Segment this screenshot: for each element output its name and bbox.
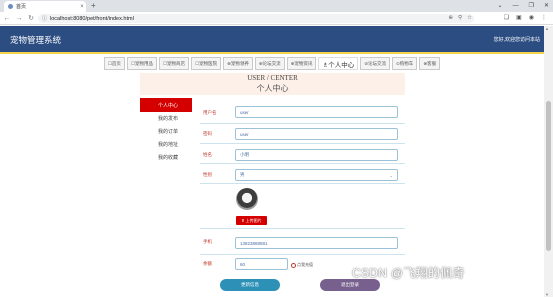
update-info-button[interactable]: 更新信息 [220, 279, 280, 291]
username-field[interactable]: user [235, 106, 398, 118]
sidebar-item-user-center[interactable]: 个人中心 [140, 98, 192, 112]
row-avatar [200, 184, 405, 214]
profile-icon[interactable]: ◉ [529, 13, 534, 24]
radio-icon [291, 262, 296, 268]
nav-home[interactable]: ☐首页 [103, 57, 125, 70]
upload-icon: ⬆ [241, 218, 245, 223]
close-window-icon[interactable]: ✕ [544, 0, 549, 12]
page-title-cn: 个人中心 [256, 84, 289, 93]
page-title: USER / CENTER 个人中心 [140, 73, 405, 95]
user-sidebar: 个人中心 我的发布 我的订单 我的地址 我的收藏 [140, 98, 192, 164]
tab-title: 首页 [16, 4, 27, 10]
chevron-down-icon: ⌄ [389, 172, 393, 178]
back-icon[interactable]: ← [2, 15, 12, 22]
menu-icon[interactable]: ⋮ [541, 13, 547, 24]
new-tab-button[interactable]: + [91, 1, 96, 11]
welcome-text: 您好,欢迎您访问本站 [493, 37, 540, 43]
sidebar-item-my-favorites[interactable]: 我的收藏 [140, 151, 192, 164]
username-label: 用户名 [203, 110, 217, 115]
nav-user-center[interactable]: ♗个人中心 [318, 57, 359, 70]
password-field[interactable]: user [235, 128, 398, 140]
minimize-icon[interactable]: — [513, 0, 519, 12]
site-info-icon[interactable]: ⓘ [42, 15, 47, 22]
phone-field[interactable]: 13823888881 [235, 237, 398, 249]
nav-forum-2[interactable]: ⊘论坛交流 [360, 57, 391, 70]
scroll-down-icon[interactable]: ▼ [545, 292, 549, 297]
csdn-watermark: CSDN @飞翔的佩奇 [352, 266, 465, 280]
password-label: 密码 [203, 131, 212, 136]
nav-pet-store[interactable]: ☐宠物商店 [158, 57, 190, 70]
site-brand: 宠物管理系统 [10, 35, 62, 45]
reload-icon[interactable]: ↻ [26, 14, 36, 22]
gender-value: 男 [240, 172, 245, 177]
page-scrollbar[interactable]: ▲ ▼ [544, 26, 553, 297]
upload-image-button[interactable]: ⬆ 上传图片 [236, 216, 267, 225]
sidebar-icon[interactable]: ▣ [516, 13, 522, 24]
nav-pet-news[interactable]: ⊕宠物资讯 [286, 57, 317, 70]
site-header: 宠物管理系统 您好,欢迎您访问本站 [0, 26, 544, 52]
row-upload: ⬆ 上传图片 [200, 214, 405, 229]
recharge-option[interactable]: 点我充值 [291, 262, 313, 268]
nav-pet-hospital[interactable]: ☐宠物医院 [191, 57, 222, 70]
url-field[interactable]: ⓘ localhost:8080/pet/front/index.html ⊕ … [38, 14, 474, 23]
url-actions: ⊕ ⚲ ☆ [448, 14, 472, 23]
row-password: 密码 user [200, 124, 405, 144]
nav-cart[interactable]: ⊙购物车 [392, 57, 418, 70]
row-username: 用户名 user [200, 104, 405, 124]
avatar [236, 188, 258, 210]
extensions-icon[interactable]: ❏ [504, 13, 509, 24]
recharge-label: 点我充值 [297, 262, 313, 267]
bookmark-star-icon[interactable]: ☆ [467, 14, 472, 23]
sidebar-item-my-address[interactable]: 我的地址 [140, 138, 192, 151]
gender-select[interactable]: 男 ⌄ [235, 169, 398, 181]
maximize-icon[interactable]: ❐ [529, 0, 534, 12]
browser-tab-strip: 首页 × + ⌄ — ❐ ✕ [0, 0, 553, 12]
tab-search-icon[interactable]: ⌄ [498, 0, 503, 12]
address-bar-row: ← → ↻ ⓘ localhost:8080/pet/front/index.h… [0, 12, 553, 25]
forward-icon[interactable]: → [14, 15, 24, 22]
upload-label: 上传图片 [245, 217, 262, 223]
nav-service[interactable]: ⊗客服 [419, 57, 441, 70]
browser-toolbar: ❏ ▣ ◉ ⋮ [504, 13, 547, 24]
sidebar-item-my-posts[interactable]: 我的发布 [140, 112, 192, 125]
main-nav: ☐首页 ☐宠物用品 ☐宠物商店 ☐宠物医院 ⊕宠物领养 ⊕论坛交流 ⊕宠物资讯 … [0, 55, 544, 73]
phone-label: 手机 [203, 239, 212, 244]
sidebar-item-my-orders[interactable]: 我的订单 [140, 125, 192, 138]
nav-forum[interactable]: ⊕论坛交流 [254, 57, 285, 70]
page-title-en: USER / CENTER [247, 74, 298, 82]
browser-tab[interactable]: 首页 × [4, 1, 86, 12]
tab-favicon-icon [8, 4, 13, 9]
zoom-icon[interactable]: ⚲ [458, 14, 462, 23]
header-stripe [0, 52, 544, 54]
scroll-up-icon[interactable]: ▲ [545, 26, 549, 31]
install-icon[interactable]: ⊕ [448, 14, 453, 23]
gender-label: 性别 [203, 172, 212, 177]
row-name: 姓名 小明 [200, 144, 405, 164]
name-label: 姓名 [203, 152, 212, 157]
nav-pet-adoption[interactable]: ⊕宠物领养 [223, 57, 253, 70]
url-text: localhost:8080/pet/front/index.html [50, 15, 134, 22]
scroll-thumb[interactable] [546, 101, 551, 251]
balance-field[interactable]: 60 [235, 258, 288, 270]
window-controls: ⌄ — ❐ ✕ [498, 0, 549, 12]
nav-pet-supplies[interactable]: ☐宠物用品 [126, 57, 157, 70]
balance-label: 余额 [203, 261, 212, 266]
tab-close-icon[interactable]: × [78, 4, 86, 10]
row-gender: 性别 男 ⌄ [200, 164, 405, 184]
name-field[interactable]: 小明 [235, 149, 398, 161]
row-phone: 手机 13823888881 [200, 229, 405, 255]
